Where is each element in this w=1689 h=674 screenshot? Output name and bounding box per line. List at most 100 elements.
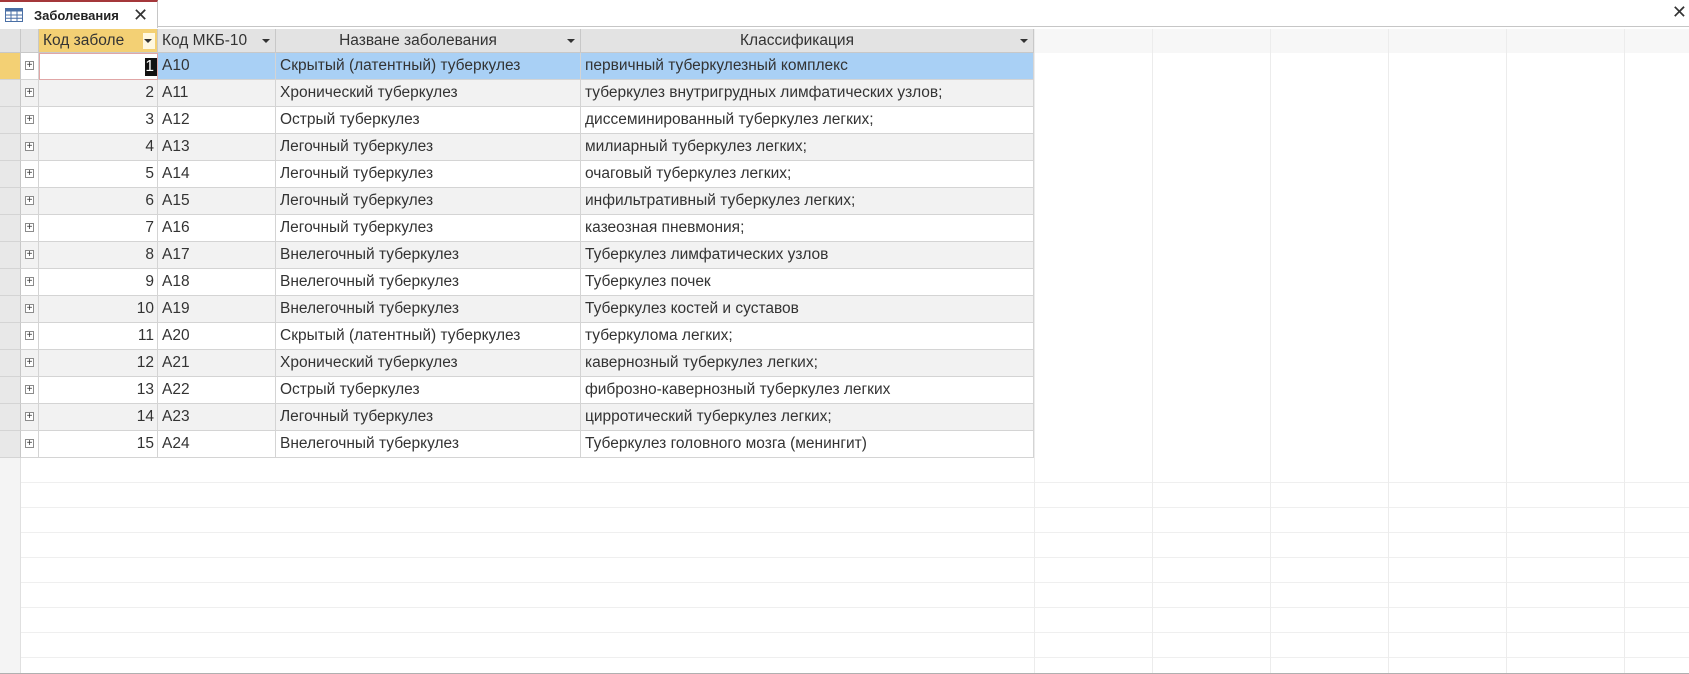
- table-row[interactable]: +2 A11 Хронический туберкулез туберкулез вн…: [0, 80, 1034, 107]
- expand-plus-icon[interactable]: +: [25, 142, 34, 152]
- close-icon[interactable]: ✕: [133, 5, 148, 25]
- cell-mkb[interactable]: A18: [158, 269, 276, 296]
- expand-plus-icon[interactable]: +: [25, 358, 34, 368]
- cell-class[interactable]: Туберкулез лимфатических узлов: [581, 242, 1034, 269]
- cell-mkb[interactable]: A12: [158, 107, 276, 134]
- record-selector[interactable]: [0, 242, 21, 269]
- tab-zabolevaniya[interactable]: Заболевания ✕: [0, 0, 158, 28]
- expand-plus-icon[interactable]: +: [25, 223, 34, 233]
- cell-name[interactable]: Легочный туберкулез: [276, 215, 581, 242]
- expand-plus-icon[interactable]: +: [25, 115, 34, 125]
- chevron-down-icon[interactable]: [567, 39, 575, 43]
- cell-mkb[interactable]: A16: [158, 215, 276, 242]
- table-row[interactable]: +13 A22 Острый туберкулез фиброзно-каверноз…: [0, 377, 1034, 404]
- table-row[interactable]: +3 A12 Острый туберкулез диссеминированный …: [0, 107, 1034, 134]
- expand-plus-icon[interactable]: +: [25, 88, 34, 98]
- record-selector[interactable]: [0, 350, 21, 377]
- cell-name[interactable]: Скрытый (латентный) туберкулез: [276, 323, 581, 350]
- expand-plus-icon[interactable]: +: [25, 61, 34, 71]
- cell-class[interactable]: казеозная пневмония;: [581, 215, 1034, 242]
- expand-plus-icon[interactable]: +: [25, 331, 34, 341]
- cell-mkb[interactable]: A17: [158, 242, 276, 269]
- cell-mkb[interactable]: A14: [158, 161, 276, 188]
- cell-class[interactable]: туберкулома легких;: [581, 323, 1034, 350]
- cell-class[interactable]: диссеминированный туберкулез легких;: [581, 107, 1034, 134]
- cell-id[interactable]: 7: [39, 215, 158, 242]
- cell-id[interactable]: 10: [39, 296, 158, 323]
- column-header-id[interactable]: Код заболе: [39, 29, 158, 53]
- cell-id[interactable]: 12: [39, 350, 158, 377]
- expand-plus-icon[interactable]: +: [25, 385, 34, 395]
- cell-id[interactable]: 13: [39, 377, 158, 404]
- table-row[interactable]: +12 A21 Хронический туберкулез кавернозный …: [0, 350, 1034, 377]
- record-selector[interactable]: [0, 161, 21, 188]
- record-selector[interactable]: [0, 80, 21, 107]
- cell-class[interactable]: Туберкулез костей и суставов: [581, 296, 1034, 323]
- column-header-mkb[interactable]: Код МКБ-10: [158, 29, 276, 53]
- cell-name[interactable]: Хронический туберкулез: [276, 350, 581, 377]
- close-icon[interactable]: ✕: [1672, 2, 1687, 22]
- record-selector[interactable]: [0, 296, 21, 323]
- expand-plus-icon[interactable]: +: [25, 277, 34, 287]
- record-selector[interactable]: [0, 215, 21, 242]
- cell-mkb[interactable]: A24: [158, 431, 276, 458]
- expand-plus-icon[interactable]: +: [25, 196, 34, 206]
- cell-name[interactable]: Скрытый (латентный) туберкулез: [276, 53, 581, 80]
- table-row[interactable]: +6 A15 Легочный туберкулез инфильтративный …: [0, 188, 1034, 215]
- cell-class[interactable]: первичный туберкулезный комплекс: [581, 53, 1034, 80]
- cell-id[interactable]: 11: [39, 323, 158, 350]
- record-selector[interactable]: [0, 134, 21, 161]
- cell-mkb[interactable]: A19: [158, 296, 276, 323]
- table-row[interactable]: +15 A24 Внелегочный туберкулез Туберкулез г…: [0, 431, 1034, 458]
- table-row[interactable]: +4 A13 Легочный туберкулез милиарный туберк…: [0, 134, 1034, 161]
- cell-id[interactable]: 9: [39, 269, 158, 296]
- cell-mkb[interactable]: A10: [158, 53, 276, 80]
- cell-id[interactable]: 2: [39, 80, 158, 107]
- chevron-down-icon[interactable]: [144, 39, 152, 43]
- cell-class[interactable]: туберкулез внутригрудных лимфатических у…: [581, 80, 1034, 107]
- cell-name[interactable]: Внелегочный туберкулез: [276, 242, 581, 269]
- chevron-down-icon[interactable]: [1020, 39, 1028, 43]
- cell-class[interactable]: цирротический туберкулез легких;: [581, 404, 1034, 431]
- cell-class[interactable]: инфильтративный туберкулез легких;: [581, 188, 1034, 215]
- table-row[interactable]: +10 A19 Внелегочный туберкулез Туберкулез к…: [0, 296, 1034, 323]
- expand-plus-icon[interactable]: +: [25, 412, 34, 422]
- table-row[interactable]: +9 A18 Внелегочный туберкулез Туберкулез по…: [0, 269, 1034, 296]
- table-row[interactable]: +14 A23 Легочный туберкулез цирротический т…: [0, 404, 1034, 431]
- cell-id[interactable]: 15: [39, 431, 158, 458]
- cell-name[interactable]: Легочный туберкулез: [276, 134, 581, 161]
- cell-class[interactable]: фиброзно-кавернозный туберкулез легких: [581, 377, 1034, 404]
- cell-mkb[interactable]: A22: [158, 377, 276, 404]
- cell-id[interactable]: 3: [39, 107, 158, 134]
- cell-mkb[interactable]: A13: [158, 134, 276, 161]
- chevron-down-icon[interactable]: [262, 39, 270, 43]
- cell-class[interactable]: Туберкулез почек: [581, 269, 1034, 296]
- record-selector[interactable]: [0, 431, 21, 458]
- cell-mkb[interactable]: A21: [158, 350, 276, 377]
- record-selector[interactable]: [0, 323, 21, 350]
- cell-id[interactable]: 6: [39, 188, 158, 215]
- expand-plus-icon[interactable]: +: [25, 169, 34, 179]
- cell-class[interactable]: кавернозный туберкулез легких;: [581, 350, 1034, 377]
- cell-name[interactable]: Легочный туберкулез: [276, 188, 581, 215]
- cell-name[interactable]: Хронический туберкулез: [276, 80, 581, 107]
- select-all-corner[interactable]: [0, 29, 21, 53]
- cell-name[interactable]: Внелегочный туберкулез: [276, 269, 581, 296]
- cell-mkb[interactable]: A15: [158, 188, 276, 215]
- record-selector[interactable]: [0, 188, 21, 215]
- cell-class[interactable]: очаговый туберкулез легких;: [581, 161, 1034, 188]
- record-selector[interactable]: [0, 269, 21, 296]
- cell-name[interactable]: Внелегочный туберкулез: [276, 296, 581, 323]
- cell-mkb[interactable]: A11: [158, 80, 276, 107]
- cell-id[interactable]: 8: [39, 242, 158, 269]
- column-header-class[interactable]: Классификация: [581, 29, 1034, 53]
- table-row[interactable]: +8 A17 Внелегочный туберкулез Туберкулез ли…: [0, 242, 1034, 269]
- expand-plus-icon[interactable]: +: [25, 439, 34, 449]
- record-selector[interactable]: [0, 377, 21, 404]
- table-row[interactable]: +1 A10 Скрытый (латентный) туберкулез перви…: [0, 53, 1034, 80]
- table-row[interactable]: +7 A16 Легочный туберкулез казеозная пневмо…: [0, 215, 1034, 242]
- cell-name[interactable]: Легочный туберкулез: [276, 161, 581, 188]
- record-selector[interactable]: [0, 53, 21, 80]
- table-row[interactable]: +11 A20 Скрытый (латентный) туберкулез тубе…: [0, 323, 1034, 350]
- cell-class[interactable]: милиарный туберкулез легких;: [581, 134, 1034, 161]
